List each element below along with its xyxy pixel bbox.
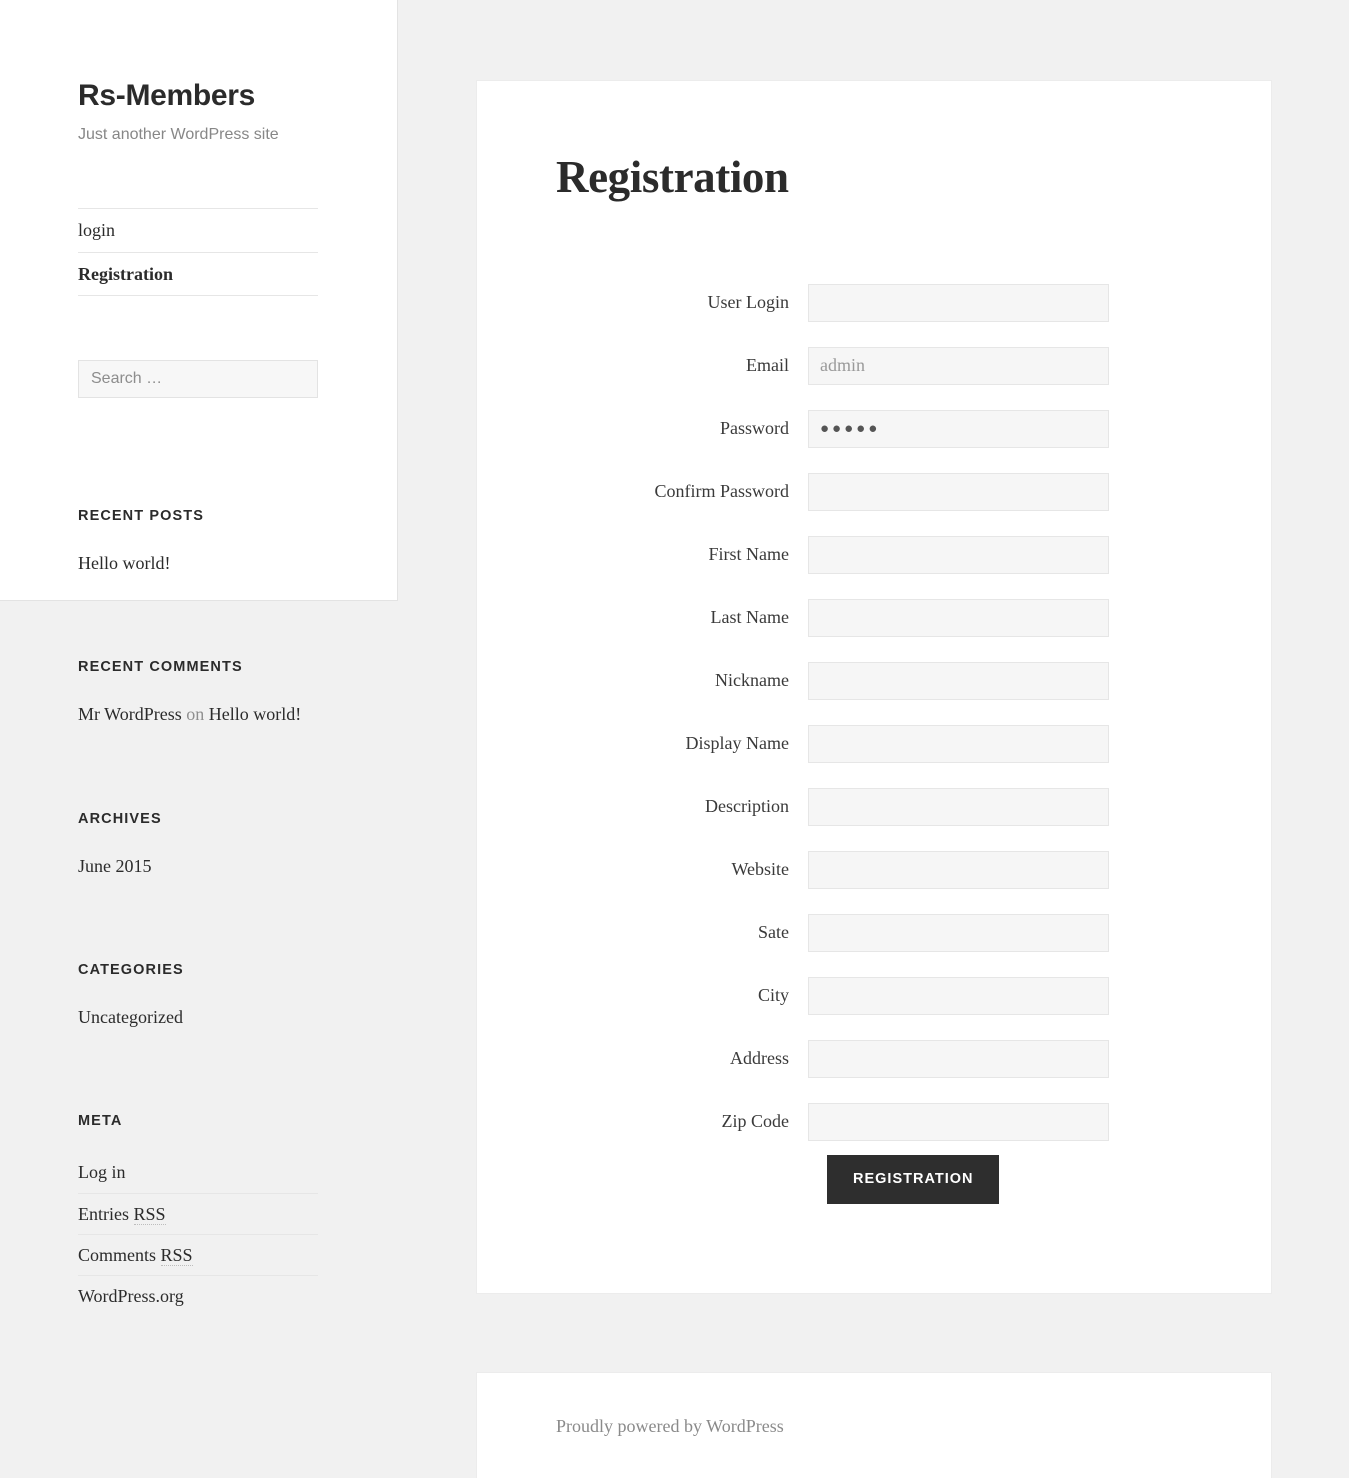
form-row: Password bbox=[477, 397, 1273, 460]
rss-abbr: RSS bbox=[133, 1203, 166, 1225]
form-input[interactable] bbox=[808, 535, 1109, 574]
wordpress-link[interactable]: WordPress bbox=[706, 1416, 784, 1436]
meta-comments-rss-link[interactable]: Comments RSS bbox=[78, 1244, 193, 1266]
form-row: User Login bbox=[477, 271, 1273, 334]
form-label: City bbox=[757, 984, 789, 1005]
meta-list: Log in Entries RSS Comments RSS WordPres… bbox=[78, 1152, 318, 1316]
form-label: User Login bbox=[707, 291, 789, 312]
form-row: Address bbox=[477, 1027, 1273, 1090]
form-input[interactable] bbox=[808, 913, 1109, 952]
form-row: City bbox=[477, 964, 1273, 1027]
form-input[interactable] bbox=[808, 283, 1109, 322]
list-item: June 2015 bbox=[78, 854, 318, 879]
rss-abbr: RSS bbox=[160, 1244, 193, 1266]
meta-entries-label: Entries bbox=[78, 1203, 134, 1224]
registration-form: User Login Email Password Confirm Password F… bbox=[477, 271, 1273, 1204]
form-row: Email bbox=[477, 334, 1273, 397]
form-input[interactable] bbox=[808, 346, 1109, 385]
widget-title-archives: Archives bbox=[78, 811, 162, 827]
category-link[interactable]: Uncategorized bbox=[78, 1007, 183, 1027]
form-label: Zip Code bbox=[721, 1110, 790, 1131]
site-info: Proudly powered by WordPress bbox=[477, 1373, 1271, 1437]
form-row: First Name bbox=[477, 523, 1273, 586]
list-item: Hello world! bbox=[78, 551, 318, 576]
comment-post-link[interactable]: Hello world! bbox=[209, 704, 301, 724]
archive-link[interactable]: June 2015 bbox=[78, 856, 152, 876]
form-label: Last Name bbox=[710, 606, 789, 627]
widget-recent-comments: Recent Comments Mr WordPress on Hello wo… bbox=[78, 659, 318, 728]
search-input[interactable] bbox=[78, 360, 318, 399]
form-label: Address bbox=[730, 1047, 789, 1068]
registration-submit-button[interactable]: Registration bbox=[827, 1155, 1000, 1204]
site-title[interactable]: Rs-Members bbox=[78, 0, 318, 114]
content-panel: Registration User Login Email Password Conf… bbox=[476, 80, 1272, 1294]
form-label: Sate bbox=[758, 921, 789, 942]
form-row: Description bbox=[477, 775, 1273, 838]
widget-archives: Archives June 2015 bbox=[78, 811, 318, 880]
list-item: Log in bbox=[78, 1152, 318, 1194]
form-input[interactable] bbox=[808, 472, 1109, 511]
nav-item-login[interactable]: login bbox=[78, 209, 318, 253]
meta-entries-rss-link[interactable]: Entries RSS bbox=[78, 1203, 166, 1225]
search-form bbox=[78, 360, 318, 399]
meta-login-link[interactable]: Log in bbox=[78, 1162, 126, 1182]
recent-comments-list: Mr WordPress on Hello world! bbox=[78, 702, 318, 727]
form-rows: User Login Email Password Confirm Password F… bbox=[477, 271, 1273, 1153]
primary-navigation: login Registration bbox=[78, 207, 318, 297]
sidebar: Rs-Members Just another WordPress site l… bbox=[78, 0, 318, 399]
meta-comments-label: Comments bbox=[78, 1244, 161, 1265]
form-row: Confirm Password bbox=[477, 460, 1273, 523]
archives-list: June 2015 bbox=[78, 854, 318, 879]
list-item: Mr WordPress on Hello world! bbox=[78, 702, 318, 727]
submit-row: Registration bbox=[477, 1155, 1273, 1204]
form-input[interactable] bbox=[808, 1039, 1109, 1078]
recent-posts-list: Hello world! bbox=[78, 551, 318, 576]
form-label: Nickname bbox=[715, 669, 789, 690]
recent-post-link[interactable]: Hello world! bbox=[78, 553, 170, 573]
form-input[interactable] bbox=[808, 976, 1109, 1015]
widget-title-categories: Categories bbox=[78, 962, 184, 978]
form-row: Display Name bbox=[477, 712, 1273, 775]
footer-credit-prefix: Proudly powered by bbox=[556, 1416, 707, 1436]
form-label: Description bbox=[705, 795, 789, 816]
form-label: Display Name bbox=[685, 732, 789, 753]
list-item: Entries RSS bbox=[78, 1194, 318, 1235]
widget-title-recent-comments: Recent Comments bbox=[78, 659, 243, 675]
form-row: Zip Code bbox=[477, 1090, 1273, 1153]
form-row: Last Name bbox=[477, 586, 1273, 649]
list-item: Comments RSS bbox=[78, 1235, 318, 1276]
form-label: Email bbox=[746, 354, 789, 375]
site-tagline: Just another WordPress site bbox=[78, 126, 279, 143]
form-input[interactable] bbox=[808, 850, 1109, 889]
comment-connector: on bbox=[181, 704, 209, 725]
categories-list: Uncategorized bbox=[78, 1005, 318, 1030]
page-title: Registration bbox=[556, 152, 789, 202]
form-row: Nickname bbox=[477, 649, 1273, 712]
widget-title-meta: Meta bbox=[78, 1113, 123, 1129]
form-input[interactable] bbox=[808, 1102, 1109, 1141]
form-label: Password bbox=[719, 417, 789, 438]
form-input[interactable] bbox=[808, 409, 1109, 448]
widget-recent-posts: Recent Posts Hello world! bbox=[78, 508, 318, 577]
page-root: Rs-Members Just another WordPress site l… bbox=[0, 0, 1349, 1478]
form-row: Sate bbox=[477, 901, 1273, 964]
form-label: Confirm Password bbox=[654, 480, 790, 501]
footer-panel: Proudly powered by WordPress bbox=[476, 1372, 1272, 1478]
form-label: First Name bbox=[708, 543, 790, 564]
list-item: Uncategorized bbox=[78, 1005, 318, 1030]
comment-author: Mr WordPress bbox=[78, 704, 182, 725]
nav-item-registration[interactable]: Registration bbox=[78, 253, 318, 297]
list-item: WordPress.org bbox=[78, 1276, 318, 1316]
form-row: Website bbox=[477, 838, 1273, 901]
widget-meta: Meta Log in Entries RSS Comments RSS Wor… bbox=[78, 1113, 318, 1316]
widget-categories: Categories Uncategorized bbox=[78, 962, 318, 1031]
form-input[interactable] bbox=[808, 598, 1109, 637]
widget-title-recent-posts: Recent Posts bbox=[78, 508, 204, 524]
form-input[interactable] bbox=[808, 661, 1109, 700]
form-label: Website bbox=[731, 858, 789, 879]
form-input[interactable] bbox=[808, 724, 1109, 763]
form-input[interactable] bbox=[808, 787, 1109, 826]
meta-wordpress-org-link[interactable]: WordPress.org bbox=[78, 1286, 184, 1306]
